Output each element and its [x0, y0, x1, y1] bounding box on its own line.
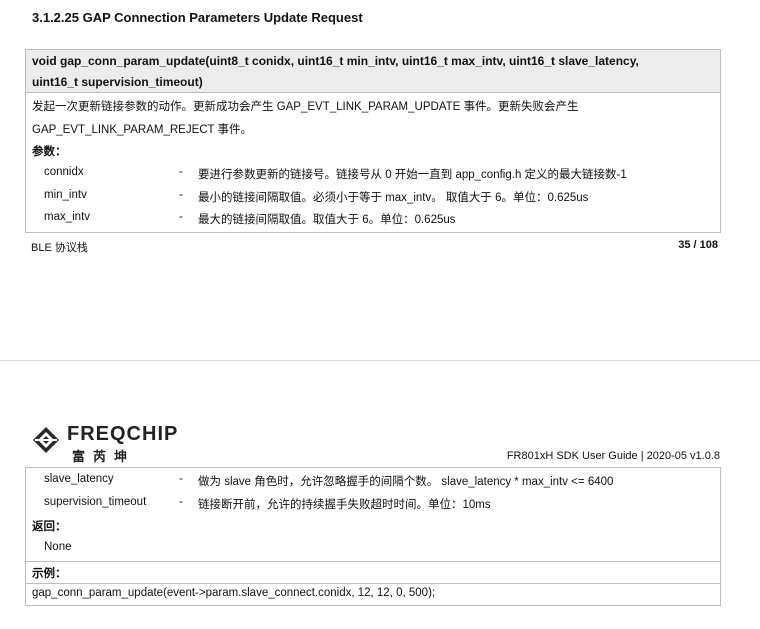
param-desc: 做为 slave 角色时，允许忽略握手的间隔个数。 slave_latency … [198, 476, 614, 488]
continuation-box: slave_latency - 做为 slave 角色时，允许忽略握手的间隔个数… [25, 467, 721, 606]
page-number: 35 / 108 [678, 239, 718, 251]
footer-left: BLE 协议栈 [31, 242, 88, 254]
param-desc: 要进行参数更新的链接号。链接号从 0 开始一直到 app_config.h 定义… [198, 169, 627, 181]
param-name: supervision_timeout [44, 496, 147, 508]
param-desc: 最小的链接间隔取值。必须小于等于 max_intv。 取值大于 6。单位：0.6… [198, 192, 589, 204]
signature-line-2: uint16_t supervision_timeout) [32, 75, 203, 89]
param-dash: - [179, 166, 183, 178]
logo-text-en: FREQCHIP [67, 423, 179, 445]
param-dash: - [179, 211, 183, 223]
returns-value: None [44, 541, 72, 553]
signature-line-1: void gap_conn_param_update(uint8_t conid… [32, 54, 639, 68]
page-separator [0, 360, 760, 361]
freqchip-diamond-logo-icon [33, 427, 59, 453]
param-dash: - [179, 496, 183, 508]
param-dash: - [179, 189, 183, 201]
param-desc: 最大的链接间隔取值。取值大于 6。单位：0.625us [198, 214, 456, 226]
example-label: 示例： [32, 568, 67, 580]
description-line-2: GAP_EVT_LINK_PARAM_REJECT 事件。 [32, 124, 253, 136]
returns-label: 返回： [32, 521, 67, 533]
params-label: 参数： [32, 146, 67, 158]
logo-text-cn: 富芮坤 [72, 449, 136, 464]
function-signature-box: void gap_conn_param_update(uint8_t conid… [25, 49, 721, 93]
param-name: max_intv [44, 211, 91, 223]
param-desc: 链接断开前，允许的持续握手失败超时时间。单位：10ms [198, 499, 491, 511]
description-line-1: 发起一次更新链接参数的动作。更新成功会产生 GAP_EVT_LINK_PARAM… [32, 101, 579, 113]
example-code: gap_conn_param_update(event->param.slave… [32, 587, 436, 599]
param-name: slave_latency [44, 473, 114, 485]
doc-header-title: FR801xH SDK User Guide | 2020-05 v1.0.8 [506, 450, 720, 462]
divider [26, 583, 720, 584]
description-box: 发起一次更新链接参数的动作。更新成功会产生 GAP_EVT_LINK_PARAM… [25, 93, 721, 233]
divider [26, 561, 720, 562]
section-title: 3.1.2.25 GAP Connection Parameters Updat… [32, 10, 363, 25]
param-name: connidx [44, 166, 84, 178]
param-name: min_intv [44, 189, 87, 201]
param-dash: - [179, 473, 183, 485]
